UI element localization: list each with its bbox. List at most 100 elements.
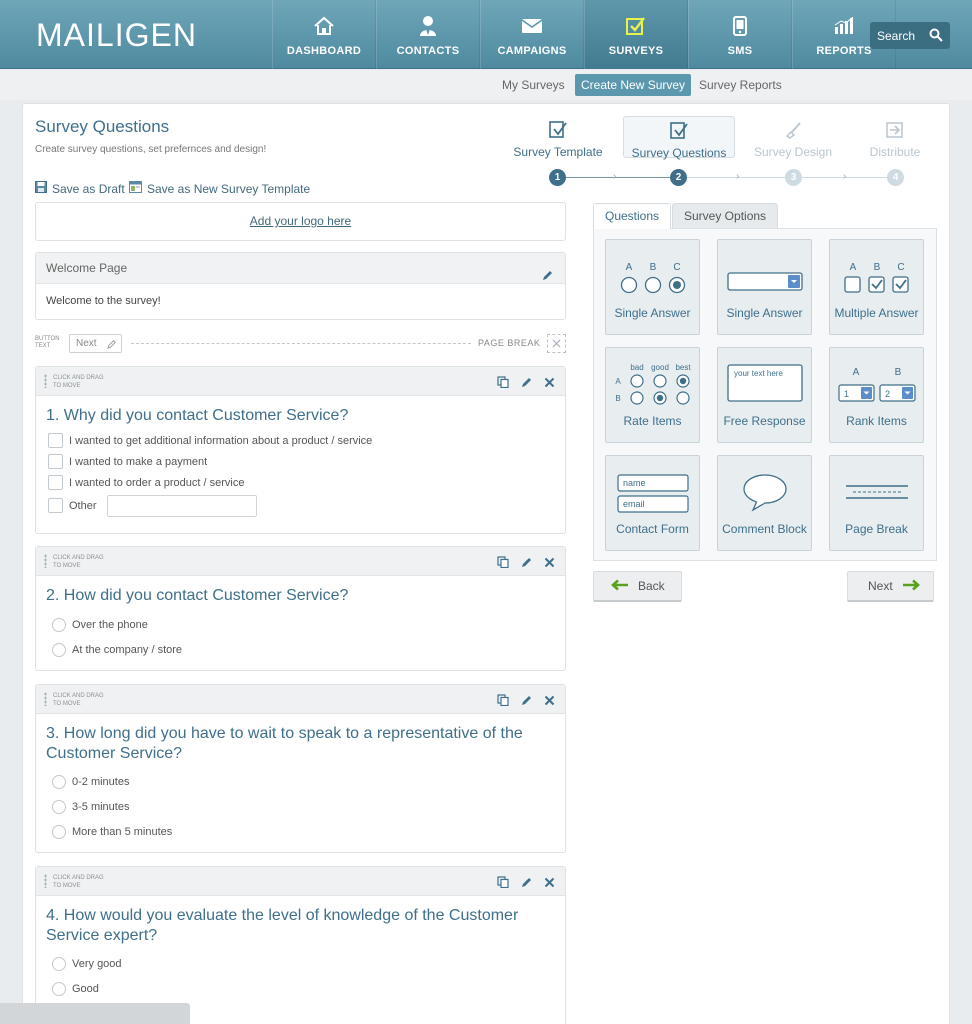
- step-label: Survey Template: [513, 145, 603, 159]
- option-row[interactable]: Very good: [36, 951, 565, 976]
- question-toolbar[interactable]: CLICK AND DRAG TO MOVE: [36, 685, 565, 714]
- checkbox[interactable]: [48, 475, 63, 490]
- option-row[interactable]: Over the phone: [36, 612, 565, 637]
- option-row[interactable]: I wanted to order a product / service: [36, 472, 565, 493]
- option-row[interactable]: 0-2 minutes: [36, 769, 565, 794]
- close-icon[interactable]: [544, 375, 555, 393]
- option-label: 3-5 minutes: [72, 800, 130, 813]
- option-row[interactable]: At the company / store: [36, 637, 565, 662]
- person-icon: [417, 15, 439, 37]
- tile-free-response[interactable]: your text here Free Response: [717, 347, 812, 443]
- question-toolbar[interactable]: CLICK AND DRAG TO MOVE: [36, 367, 565, 396]
- drag-handle-icon[interactable]: [44, 874, 47, 888]
- tile-single-answer-radio[interactable]: A B C Single Answer: [605, 239, 700, 335]
- step-survey-template[interactable]: Survey Template: [502, 116, 614, 159]
- drag-handle-icon[interactable]: [44, 692, 47, 706]
- option-row[interactable]: I wanted to make a payment: [36, 451, 565, 472]
- nav-surveys[interactable]: SURVEYS: [584, 0, 688, 69]
- next-button-text-input[interactable]: Next: [69, 334, 122, 353]
- tile-page-break[interactable]: Page Break: [829, 455, 924, 551]
- remove-page-break-button[interactable]: [547, 334, 566, 353]
- subnav-my-surveys[interactable]: My Surveys: [502, 74, 565, 96]
- save-as-template-link[interactable]: Save as New Survey Template: [129, 181, 310, 196]
- option-label: I wanted to make a payment: [69, 455, 208, 468]
- radio-button[interactable]: [52, 774, 66, 789]
- checkbox[interactable]: [48, 454, 63, 469]
- save-as-template-label: Save as New Survey Template: [147, 181, 311, 196]
- nav-sms[interactable]: SMS: [688, 0, 792, 69]
- checkbox[interactable]: [48, 498, 63, 513]
- app-logo[interactable]: MAILIGEN: [36, 17, 197, 54]
- question-toolbar[interactable]: CLICK AND DRAG TO MOVE: [36, 547, 565, 576]
- tile-single-answer-select[interactable]: Single Answer: [717, 239, 812, 335]
- copy-icon[interactable]: [497, 375, 509, 393]
- search-button[interactable]: Search: [870, 22, 950, 49]
- subnav-create-new-survey[interactable]: Create New Survey: [575, 74, 692, 96]
- back-button[interactable]: Back: [593, 571, 682, 602]
- abc-label: C: [897, 262, 904, 273]
- nav-label: CAMPAIGNS: [497, 45, 567, 57]
- pencil-icon[interactable]: [521, 375, 532, 393]
- save-as-draft-link[interactable]: Save as Draft: [35, 181, 125, 196]
- tile-contact-form[interactable]: name email Contact Form: [605, 455, 700, 551]
- nav-label: REPORTS: [816, 45, 872, 57]
- pencil-icon[interactable]: [521, 875, 532, 893]
- pencil-icon[interactable]: [521, 555, 532, 573]
- copy-icon[interactable]: [497, 555, 509, 573]
- copy-icon[interactable]: [497, 875, 509, 893]
- question-title: 1. Why did you contact Customer Service?: [46, 407, 349, 424]
- add-logo-link[interactable]: Add your logo here: [35, 202, 566, 241]
- option-row[interactable]: Good: [36, 976, 565, 1001]
- close-icon[interactable]: [544, 875, 555, 893]
- nav-contacts[interactable]: CONTACTS: [376, 0, 480, 69]
- tile-multiple-answer[interactable]: A B C Multiple Answer: [829, 239, 924, 335]
- step-survey-questions[interactable]: Survey Questions: [623, 116, 735, 160]
- option-row[interactable]: Other: [36, 493, 565, 518]
- tile-rank-items[interactable]: A B 1 2 Rank Items: [829, 347, 924, 443]
- pencil-icon[interactable]: [542, 262, 553, 293]
- option-row[interactable]: More than 5 minutes: [36, 819, 565, 844]
- close-icon[interactable]: [544, 555, 555, 573]
- radio-button[interactable]: [52, 617, 66, 632]
- option-row[interactable]: 3-5 minutes: [36, 794, 565, 819]
- tab-questions[interactable]: Questions: [593, 203, 672, 229]
- radio-button[interactable]: [52, 799, 66, 814]
- radio-button[interactable]: [52, 956, 66, 971]
- drag-handle-icon[interactable]: [44, 374, 47, 388]
- rank-value: 1: [844, 389, 849, 399]
- subnav-survey-reports[interactable]: Survey Reports: [699, 74, 782, 96]
- arrow-left-icon: [611, 579, 629, 594]
- rank-col-label: A: [852, 367, 859, 378]
- option-label: Very good: [72, 957, 122, 970]
- close-icon[interactable]: [544, 693, 555, 711]
- phone-icon: [729, 15, 751, 37]
- option-row[interactable]: I wanted to get additional information a…: [36, 430, 565, 451]
- multiple-answer-icon: A B C: [830, 258, 923, 304]
- progress-line: [566, 177, 670, 178]
- tab-survey-options[interactable]: Survey Options: [672, 203, 779, 228]
- radio-button[interactable]: [52, 981, 66, 996]
- checkbox[interactable]: [48, 433, 63, 448]
- radio-button[interactable]: [52, 642, 66, 657]
- pencil-icon[interactable]: [521, 693, 532, 711]
- nav-campaigns[interactable]: CAMPAIGNS: [480, 0, 584, 69]
- sub-nav: [0, 70, 972, 100]
- main-nav: DASHBOARD CONTACTS CAMPAIGNS SURVEYS SMS…: [272, 0, 896, 69]
- tile-rate-items[interactable]: bad good best A B Rate Items: [605, 347, 700, 443]
- nav-label: DASHBOARD: [286, 45, 362, 57]
- other-text-input[interactable]: [106, 494, 257, 517]
- drag-handle-icon[interactable]: [44, 554, 47, 568]
- tile-comment-block[interactable]: Comment Block: [717, 455, 812, 551]
- next-button[interactable]: Next: [847, 571, 934, 602]
- home-icon: [313, 15, 335, 37]
- step-survey-design: Survey Design: [737, 116, 849, 159]
- step-label: Distribute: [869, 145, 921, 159]
- radio-button[interactable]: [52, 824, 66, 839]
- question-title: 4. How would you evaluate the level of k…: [46, 907, 519, 944]
- nav-dashboard[interactable]: DASHBOARD: [272, 0, 376, 69]
- option-label: I wanted to get additional information a…: [69, 434, 373, 447]
- copy-icon[interactable]: [497, 693, 509, 711]
- bottom-status-strip: [0, 1003, 190, 1024]
- option-label: Good: [72, 982, 99, 995]
- question-toolbar[interactable]: CLICK AND DRAG TO MOVE: [36, 867, 565, 896]
